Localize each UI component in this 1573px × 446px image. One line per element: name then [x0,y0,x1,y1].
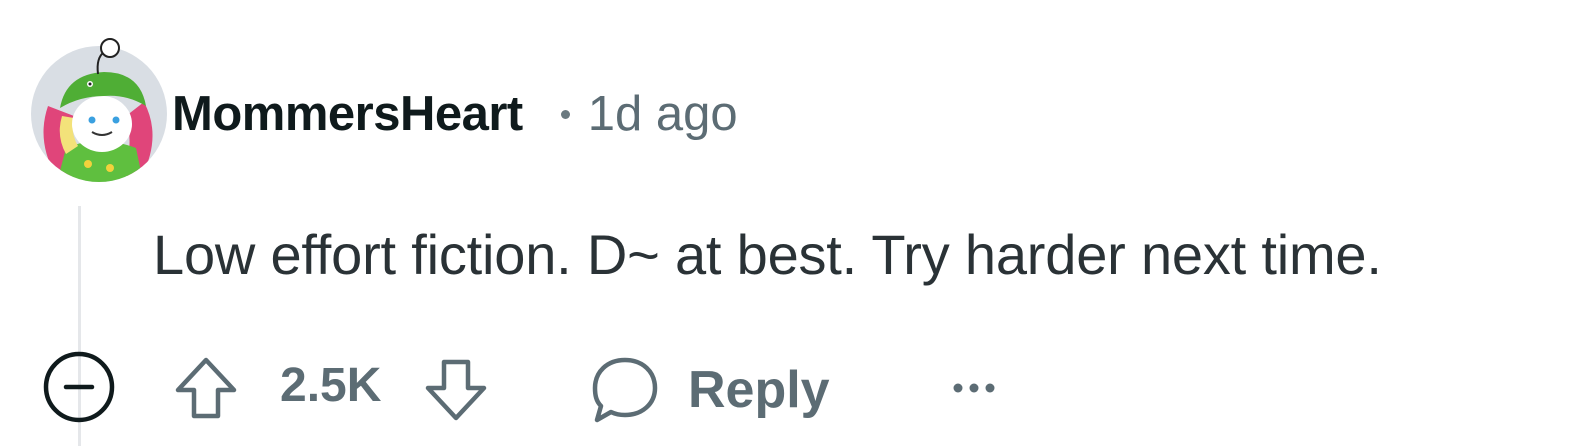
comment-body: Low effort fiction. D~ at best. Try hard… [153,223,1382,286]
action-bar: 2.5K Reply [0,340,1573,440]
username-link[interactable]: MommersHeart [172,86,523,142]
reply-button[interactable]: Reply [590,348,830,432]
upvote-arrow-icon[interactable] [172,354,240,422]
comment: MommersHeart 1d ago Low effort fiction. … [0,0,1573,446]
downvote-arrow-icon[interactable] [422,356,490,424]
timestamp[interactable]: 1d ago [588,86,738,142]
collapse-minus-icon[interactable] [42,350,116,424]
reply-label: Reply [688,361,830,419]
speech-bubble-icon [592,357,658,423]
avatar-icon[interactable] [26,36,172,182]
separator-dot [560,109,570,119]
vote-score: 2.5K [280,359,382,412]
more-dots-icon[interactable] [946,368,1002,408]
comment-header: MommersHeart 1d ago [172,84,738,144]
